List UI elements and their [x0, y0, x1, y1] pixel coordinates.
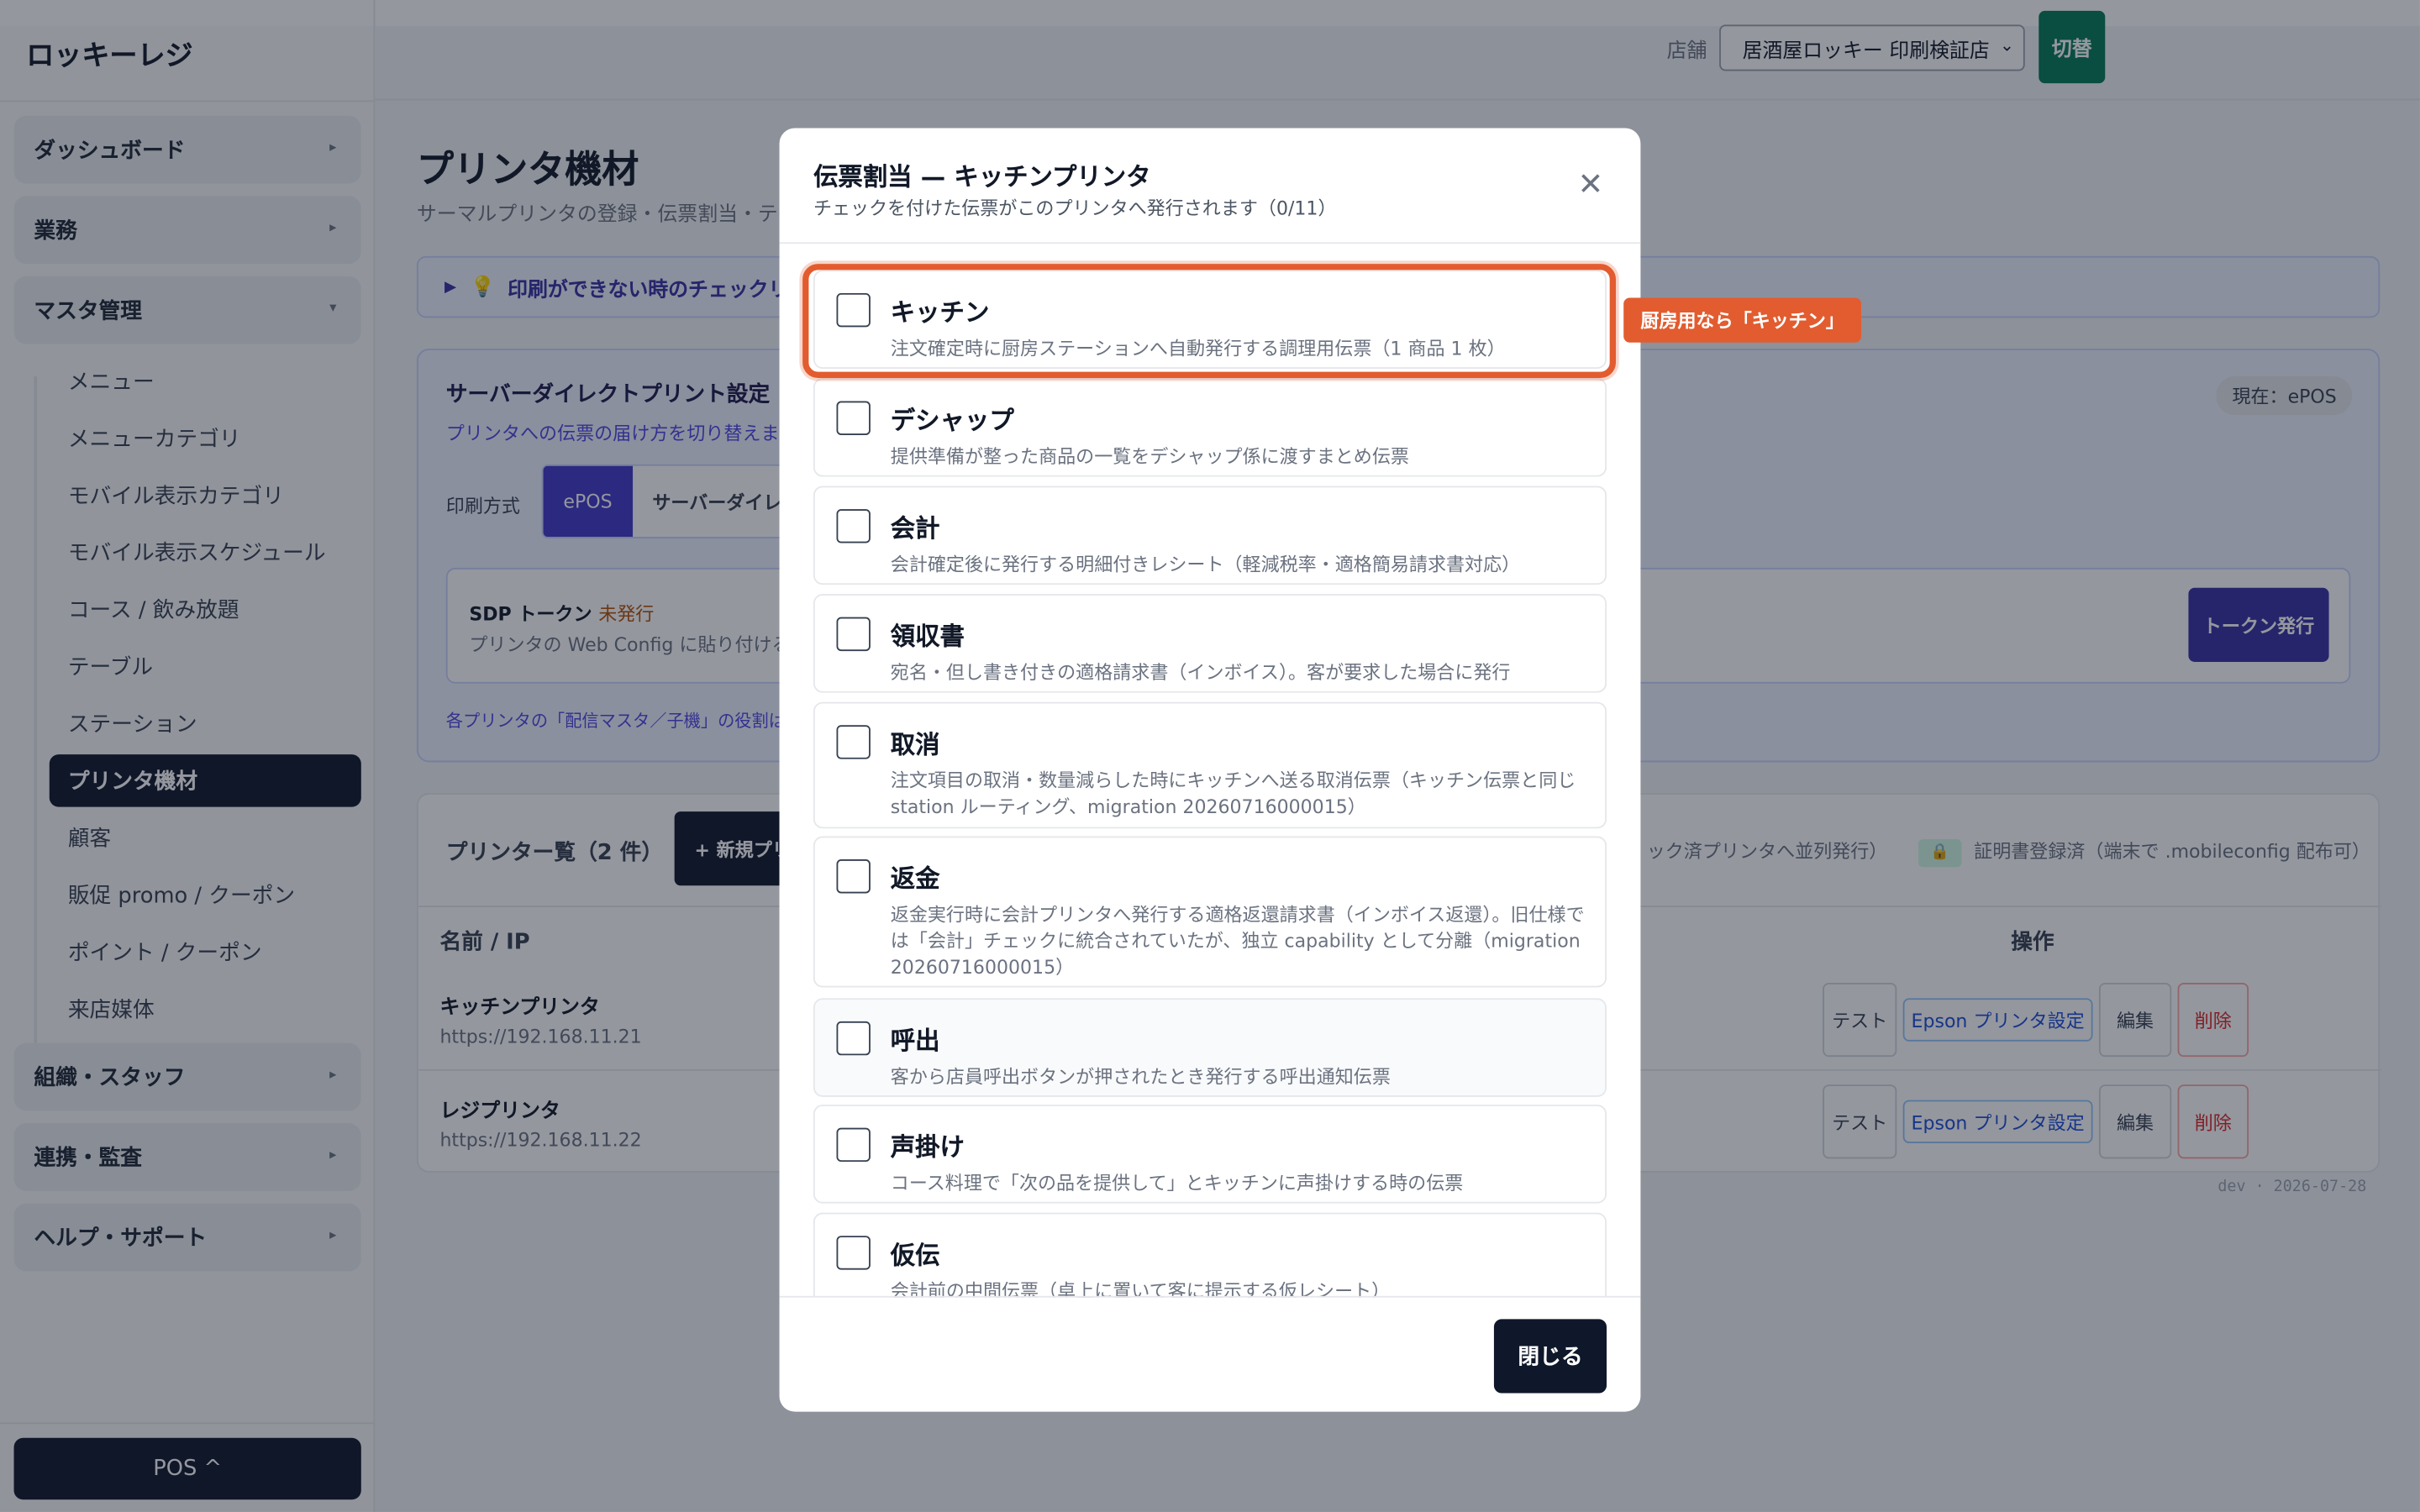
slip-option-checkout[interactable]: 会計 会計確定後に発行する明細付きレシート（軽減税率・適格簡易請求書対応） — [813, 486, 1607, 585]
slip-option-provisional[interactable]: 仮伝 会計前の中間伝票（卓上に置いて客に提示する仮レシート） — [813, 1212, 1607, 1298]
slip-option-list[interactable]: キッチン 注文確定時に厨房ステーションへ自動発行する調理用伝票（1 商品 1 枚… — [780, 244, 1641, 1298]
slip-option-name: 仮伝 — [890, 1240, 940, 1270]
close-button[interactable]: 閉じる — [1493, 1319, 1607, 1394]
slip-option-name: デシャップ — [890, 406, 1014, 435]
slip-option-name: 取消 — [890, 729, 940, 759]
slip-option-name: 呼出 — [890, 1026, 940, 1056]
checkbox[interactable] — [836, 617, 871, 652]
highlight-tag: 厨房用なら「キッチン」 — [1623, 297, 1862, 343]
checkbox[interactable] — [836, 1021, 871, 1056]
slip-option-desc: 会計確定後に発行する明細付きレシート（軽減税率・適格簡易請求書対応） — [890, 554, 1521, 576]
checkbox[interactable] — [836, 725, 871, 759]
checkbox[interactable] — [836, 859, 871, 894]
checkbox[interactable] — [836, 401, 871, 435]
slip-option-desc: 会計前の中間伝票（卓上に置いて客に提示する仮レシート） — [890, 1280, 1391, 1298]
slip-option-call[interactable]: 呼出 客から店員呼出ボタンが押されたとき発行する呼出通知伝票 — [813, 998, 1607, 1097]
slip-option-name: 領収書 — [890, 622, 965, 652]
modal-title: 伝票割当 — キッチンプリンタ — [813, 161, 1151, 192]
slip-option-callout[interactable]: 声掛け コース料理で「次の品を提供して」とキッチンに声掛けする時の伝票 — [813, 1105, 1607, 1204]
slip-option-desc: コース料理で「次の品を提供して」とキッチンに声掛けする時の伝票 — [890, 1172, 1464, 1194]
close-icon[interactable]: ✕ — [1578, 168, 1604, 199]
slip-option-name: 会計 — [890, 513, 940, 543]
slip-option-desc: 宛名・但し書き付きの適格請求書（インボイス）。客が要求した場合に発行 — [890, 661, 1511, 684]
slip-option-desc: 返金実行時に会計プリンタへ発行する適格返還請求書（インボイス返還）。旧仕様では「… — [890, 904, 1585, 979]
slip-option-deshap[interactable]: デシャップ 提供準備が整った商品の一覧をデシャップ係に渡すまとめ伝票 — [813, 377, 1607, 477]
slip-option-receipt[interactable]: 領収書 宛名・但し書き付きの適格請求書（インボイス）。客が要求した場合に発行 — [813, 594, 1607, 693]
modal-subtitle: チェックを付けた伝票がこのプリンタへ発行されます（0/11） — [813, 197, 1337, 219]
modal-footer-divider — [779, 1295, 1641, 1298]
highlight-frame — [802, 264, 1617, 378]
checkbox[interactable] — [836, 1236, 871, 1270]
slip-option-desc: 提供準備が整った商品の一覧をデシャップ係に渡すまとめ伝票 — [890, 445, 1409, 468]
slip-option-refund[interactable]: 返金 返金実行時に会計プリンタへ発行する適格返還請求書（インボイス返還）。旧仕様… — [813, 836, 1607, 988]
slip-option-desc: 注文項目の取消・数量減らした時にキッチンへ送る取消伝票（キッチン伝票と同じ st… — [890, 769, 1576, 818]
slip-option-name: 声掛け — [890, 1132, 965, 1163]
slip-option-cancel[interactable]: 取消 注文項目の取消・数量減らした時にキッチンへ送る取消伝票（キッチン伝票と同じ… — [813, 701, 1607, 829]
checkbox[interactable] — [836, 509, 871, 543]
slip-option-desc: 客から店員呼出ボタンが押されたとき発行する呼出通知伝票 — [890, 1066, 1391, 1088]
checkbox[interactable] — [836, 1127, 871, 1163]
slip-option-name: 返金 — [890, 864, 940, 894]
